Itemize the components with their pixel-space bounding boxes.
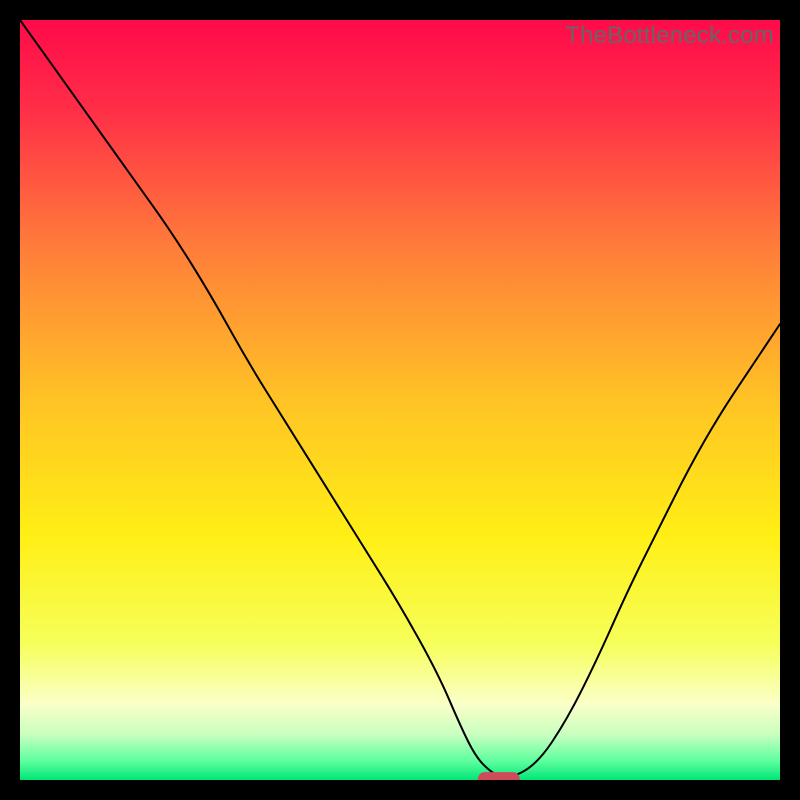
plot-area [20, 20, 780, 780]
watermark-text: TheBottleneck.com [565, 22, 774, 50]
bottleneck-chart [20, 20, 780, 780]
chart-frame: TheBottleneck.com [0, 0, 800, 800]
optimal-marker [478, 772, 520, 780]
gradient-background [20, 20, 780, 780]
